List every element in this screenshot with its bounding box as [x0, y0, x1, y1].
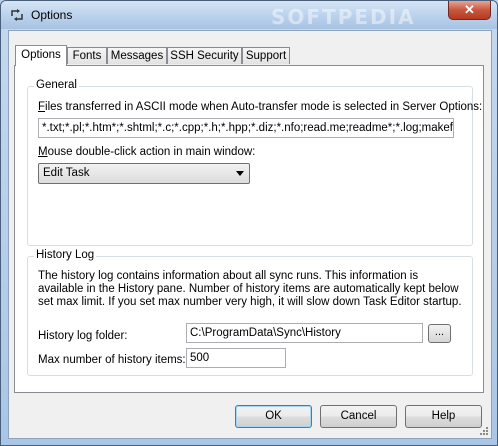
tab-label: SSH Security: [170, 50, 239, 62]
resize-grip-icon[interactable]: [479, 426, 489, 436]
tab-support[interactable]: Support: [242, 47, 290, 64]
label-text: ouse double-click action in main window:: [47, 146, 256, 158]
hotkey: M: [38, 146, 48, 158]
close-icon: ✕: [464, 2, 475, 17]
sync-arrows-icon: [11, 9, 23, 21]
ok-button[interactable]: OK: [235, 405, 312, 428]
double-click-label: Mouse double-click action in main window…: [38, 146, 255, 158]
history-log-group: History Log The history log contains inf…: [27, 249, 473, 376]
history-group-title: History Log: [34, 249, 97, 261]
max-history-label: Max number of history items:: [38, 354, 186, 366]
general-group: General Files transferred in ASCII mode …: [27, 79, 482, 246]
double-click-action-select[interactable]: Edit Task: [38, 163, 250, 184]
browse-folder-button[interactable]: ...: [428, 324, 451, 343]
history-folder-label: History log folder:: [38, 330, 128, 342]
max-history-input[interactable]: 500: [186, 348, 286, 368]
tab-label: Support: [245, 50, 287, 62]
tab-label: Fonts: [72, 50, 102, 62]
watermark: SOFTPEDIA: [271, 5, 416, 29]
window-title: Options: [31, 8, 73, 22]
ascii-files-input[interactable]: *.txt;*.pl;*.htm*;*.shtml;*.c;*.cpp;*.h;…: [38, 118, 454, 138]
tab-label: Messages: [110, 50, 164, 62]
options-window: Options SOFTPEDIA ✕ Options Fonts Messag…: [0, 0, 498, 446]
ascii-files-label: Files transferred in ASCII mode when Aut…: [38, 101, 482, 113]
select-value: Edit Task: [43, 167, 90, 179]
hotkey: F: [38, 101, 46, 113]
label-text: iles transferred in ASCII mode when Auto…: [45, 101, 483, 113]
chevron-down-icon: [236, 171, 244, 176]
tab-messages[interactable]: Messages: [107, 47, 167, 64]
tab-label: Options: [21, 49, 61, 61]
tab-fonts[interactable]: Fonts: [67, 47, 107, 64]
history-folder-input[interactable]: C:\ProgramData\Sync\History: [186, 323, 423, 343]
tab-ssh-security[interactable]: SSH Security: [167, 47, 242, 64]
tab-options[interactable]: Options: [15, 45, 67, 66]
close-button[interactable]: ✕: [448, 1, 491, 20]
history-description: The history log contains information abo…: [38, 270, 462, 308]
cancel-button[interactable]: Cancel: [320, 405, 397, 428]
options-tab-panel: General Files transferred in ASCII mode …: [14, 65, 484, 393]
title-bar[interactable]: Options SOFTPEDIA ✕: [1, 1, 497, 29]
dialog-client-area: Options Fonts Messages SSH Security Supp…: [8, 30, 492, 439]
help-button[interactable]: Help: [405, 405, 482, 428]
general-group-title: General: [34, 79, 79, 91]
